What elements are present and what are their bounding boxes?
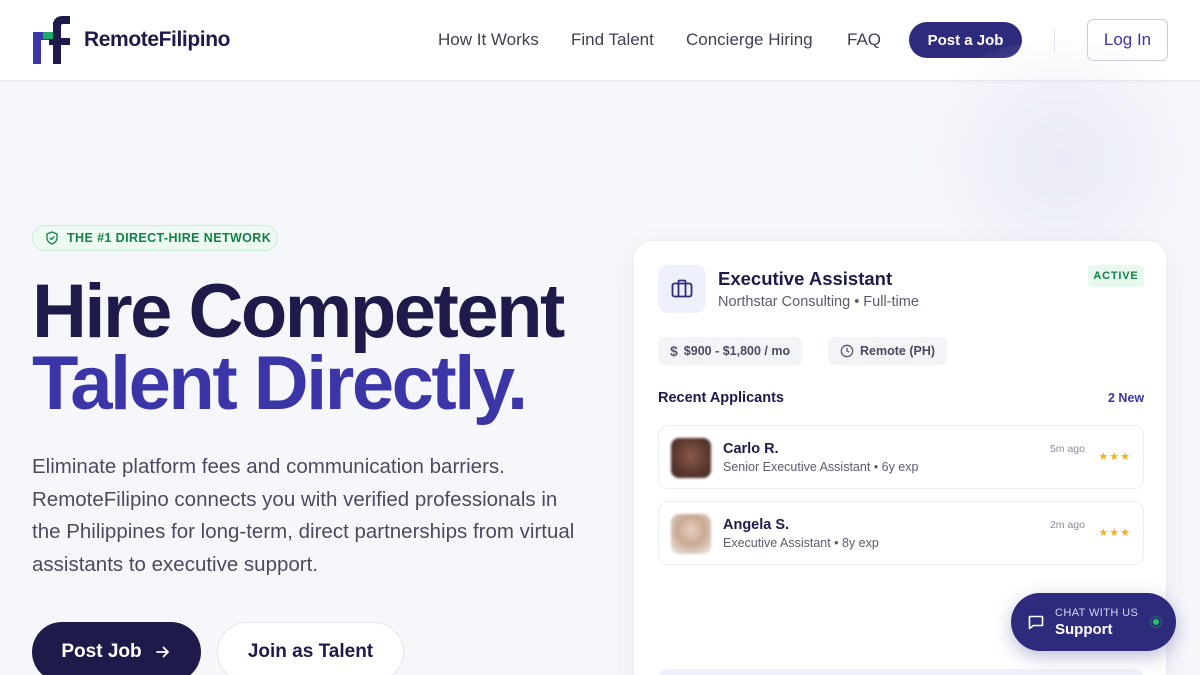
salary-text: $900 - $1,800 / mo — [683, 344, 791, 358]
applicant-role: Senior Executive Assistant • 6y exp — [723, 460, 919, 474]
avatar — [671, 514, 711, 554]
post-job-cta-button[interactable]: Post Job — [32, 622, 201, 675]
chat-bubble-icon — [1028, 615, 1044, 630]
location-text: Remote (PH) — [860, 344, 936, 358]
applicant-row[interactable]: Carlo R. Senior Executive Assistant • 6y… — [658, 425, 1144, 489]
new-applicants-count[interactable]: 2 New — [1108, 391, 1144, 405]
applicant-rating: ★★★ — [1098, 451, 1131, 463]
online-status-dot — [1151, 617, 1161, 627]
applicant-name: Angela S. — [723, 517, 790, 533]
nav-find-talent[interactable]: Find Talent — [571, 30, 654, 50]
applicant-row[interactable]: Angela S. Executive Assistant • 8y exp 2… — [658, 501, 1144, 565]
dollar-icon: $ — [670, 343, 678, 359]
applicant-time: 2m ago — [1049, 519, 1085, 531]
card-footer-bar — [658, 669, 1144, 675]
chat-support-widget[interactable]: CHAT WITH US Support — [1011, 593, 1176, 651]
briefcase-icon — [671, 279, 693, 298]
rf-logo-icon[interactable] — [33, 16, 71, 64]
hero-headline-line1: Hire Competent — [32, 269, 565, 354]
job-icon-container — [658, 265, 706, 313]
recent-applicants-title: Recent Applicants — [658, 390, 784, 406]
hero-badge-text: THE #1 DIRECT-HIRE NETWORK — [67, 231, 272, 245]
nav-concierge-hiring[interactable]: Concierge Hiring — [686, 30, 813, 50]
nav-how-it-works[interactable]: How It Works — [438, 30, 539, 50]
avatar — [671, 438, 711, 478]
applicant-rating: ★★★ — [1098, 527, 1131, 539]
nav-faq[interactable]: FAQ — [847, 30, 881, 50]
salary-chip: $ $900 - $1,800 / mo — [658, 337, 803, 365]
status-badge: ACTIVE — [1088, 265, 1144, 287]
chat-title: Support — [1055, 621, 1113, 638]
chat-label: CHAT WITH US — [1055, 607, 1139, 619]
applicant-time: 5m ago — [1049, 443, 1085, 455]
clock-icon — [840, 344, 854, 358]
hero-subtext: Eliminate platform fees and communicatio… — [32, 455, 575, 576]
arrow-right-icon — [155, 646, 169, 658]
applicant-name: Carlo R. — [723, 441, 779, 457]
applicant-role: Executive Assistant • 8y exp — [723, 536, 879, 550]
job-title[interactable]: Executive Assistant — [718, 268, 892, 290]
hero-headline-line2: Talent Directly. — [32, 341, 528, 426]
brand-name[interactable]: RemoteFilipino — [84, 28, 230, 52]
hero-badge: THE #1 DIRECT-HIRE NETWORK — [32, 225, 278, 251]
job-company-meta: Northstar Consulting • Full-time — [718, 294, 919, 310]
location-chip: Remote (PH) — [828, 337, 948, 365]
shield-check-icon — [46, 231, 58, 245]
post-job-cta-label: Post Job — [61, 641, 142, 662]
join-as-talent-button[interactable]: Join as Talent — [217, 622, 404, 675]
